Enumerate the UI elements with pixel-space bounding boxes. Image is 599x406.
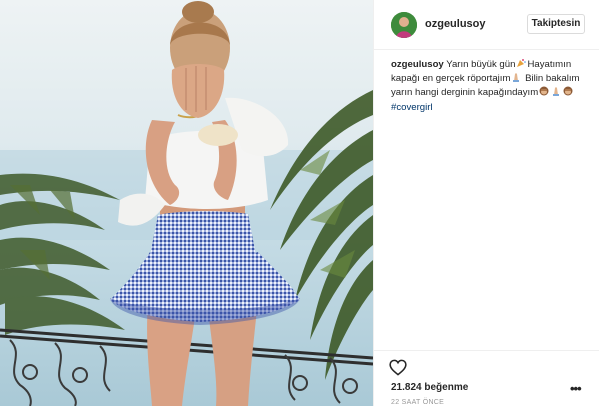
avatar[interactable] [391,12,417,38]
see-no-evil-monkey-icon [539,86,549,96]
praying-hands-icon [553,87,560,97]
username-link[interactable]: ozgeulusoy [425,18,486,30]
post-footer: 21.824 beğenme ••• 22 SAAT ÖNCE [374,350,599,406]
post-header: ozgeulusoy Takiptesin [374,0,599,50]
like-count[interactable]: 21.824 beğenme [391,382,468,393]
hashtag-link[interactable]: #covergirl [391,102,433,113]
party-popper-icon [517,59,527,67]
post-timestamp: 22 SAAT ÖNCE [391,399,445,406]
post-caption: ozgeulusoy Yarın büyük gün Hayatımın kapa… [391,58,591,115]
praying-hands-icon [513,73,520,83]
more-options-icon[interactable]: ••• [570,381,582,396]
post-photo[interactable] [0,0,373,406]
see-no-evil-monkey-icon [563,86,573,96]
heart-icon[interactable] [389,359,407,376]
following-button[interactable]: Takiptesin [527,14,585,34]
caption-username[interactable]: ozgeulusoy [391,59,444,70]
post-side-panel: ozgeulusoy Takiptesin ozgeulusoy Yarın b… [373,0,599,406]
caption-text-1: Yarın büyük gün [446,59,516,70]
